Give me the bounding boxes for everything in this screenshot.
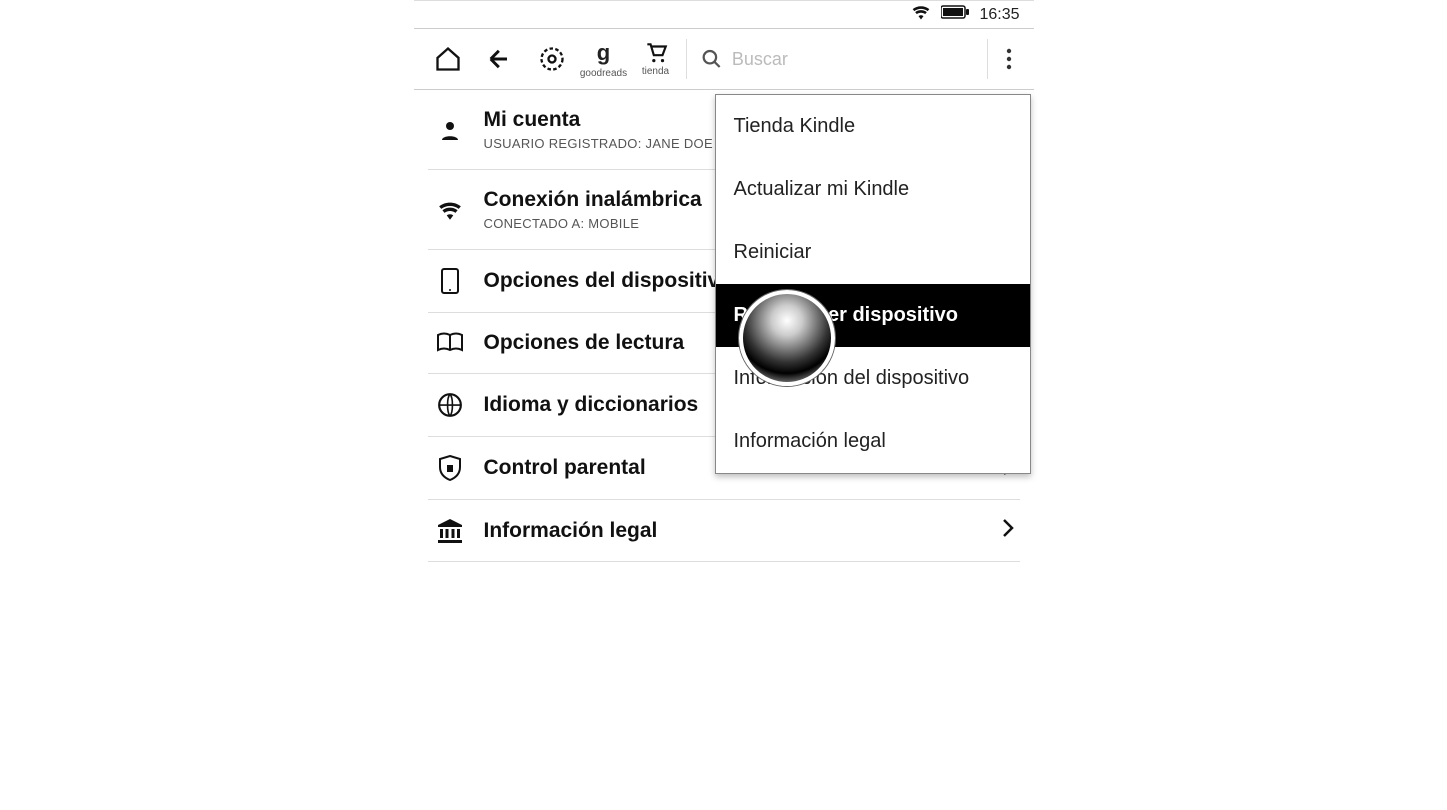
gear-icon [538, 45, 566, 73]
shield-icon [434, 455, 466, 481]
book-icon [434, 332, 466, 354]
dots-vertical-icon [1006, 48, 1012, 70]
home-button[interactable] [422, 29, 474, 89]
divider [987, 39, 988, 79]
settings-button[interactable] [526, 29, 578, 89]
kindle-settings-screen: 16:35 g goodreads tienda [414, 0, 1034, 562]
globe-icon [434, 392, 466, 418]
store-label: tienda [642, 66, 669, 77]
arrow-left-icon [486, 45, 514, 73]
goodreads-button[interactable]: g goodreads [578, 29, 630, 89]
more-menu-button[interactable] [992, 48, 1026, 70]
institution-icon [434, 519, 466, 543]
menu-legal-info[interactable]: Información legal [716, 410, 1030, 473]
status-bar: 16:35 [414, 0, 1034, 28]
tap-indicator-icon [739, 290, 835, 386]
overflow-menu: Tienda Kindle Actualizar mi Kindle Reini… [715, 94, 1031, 474]
tablet-icon [434, 268, 466, 294]
user-icon [434, 118, 466, 142]
search-icon [701, 47, 722, 71]
toolbar: g goodreads tienda [414, 28, 1034, 90]
battery-icon [941, 5, 969, 24]
wifi-icon [434, 200, 466, 220]
store-button[interactable]: tienda [630, 29, 682, 89]
search-input[interactable] [732, 49, 983, 70]
divider [686, 39, 687, 79]
cart-icon [643, 42, 669, 64]
back-button[interactable] [474, 29, 526, 89]
menu-restart[interactable]: Reiniciar [716, 221, 1030, 284]
home-icon [434, 45, 462, 73]
goodreads-icon: g [597, 40, 610, 66]
menu-update-kindle[interactable]: Actualizar mi Kindle [716, 158, 1030, 221]
menu-kindle-store[interactable]: Tienda Kindle [716, 95, 1030, 158]
legal-row[interactable]: Información legal [428, 500, 1020, 562]
wifi-icon [911, 4, 931, 25]
chevron-right-icon [1002, 518, 1014, 543]
clock: 16:35 [979, 6, 1019, 24]
search-box[interactable] [691, 47, 983, 71]
legal-title: Información legal [484, 519, 984, 543]
goodreads-label: goodreads [580, 68, 627, 79]
